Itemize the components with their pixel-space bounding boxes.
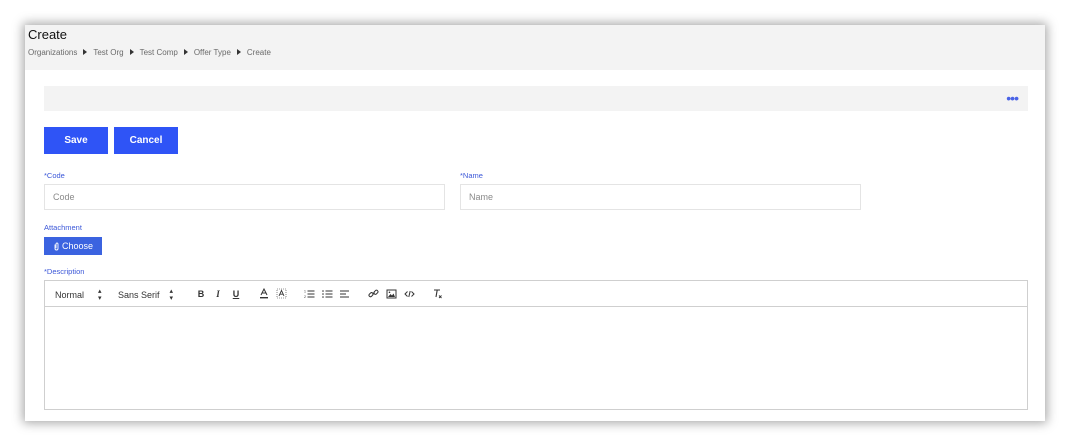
code-input[interactable] (44, 184, 445, 210)
breadcrumb: Organizations Test Org Test Comp Offer T… (28, 46, 271, 58)
link-icon[interactable] (366, 287, 380, 300)
svg-text:1: 1 (304, 289, 306, 293)
select-arrows-icon: ▴ ▾ (169, 288, 174, 302)
page-title: Create (28, 27, 68, 42)
cancel-button[interactable]: Cancel (114, 127, 178, 154)
description-label: *Description (44, 267, 85, 276)
breadcrumb-create: Create (246, 47, 271, 57)
attachment-label: Attachment (44, 223, 82, 232)
bold-icon[interactable]: B (194, 287, 208, 300)
code-icon[interactable] (402, 287, 416, 300)
underline-icon[interactable]: U (229, 287, 243, 300)
description-editor: Normal ▴ ▾ Sans Serif ▴ ▾ B I U 12 (44, 280, 1028, 410)
chevron-right-icon (236, 49, 241, 55)
paperclip-icon (53, 242, 60, 251)
svg-text:2: 2 (304, 295, 306, 299)
select-arrows-icon: ▴ ▾ (98, 288, 102, 302)
breadcrumb-offer-type[interactable]: Offer Type (194, 48, 231, 57)
name-label: *Name (460, 171, 483, 180)
page-header: Create Organizations Test Org Test Comp … (25, 25, 1045, 70)
breadcrumb-test-comp[interactable]: Test Comp (140, 48, 178, 57)
font-select-value: Sans Serif (118, 290, 160, 300)
format-select-value: Normal (55, 290, 85, 300)
bullet-list-icon[interactable] (320, 287, 334, 300)
choose-file-button[interactable]: Choose (44, 237, 102, 255)
breadcrumb-test-org[interactable]: Test Org (93, 48, 123, 57)
text-color-icon[interactable] (257, 287, 271, 300)
chevron-right-icon (129, 49, 134, 55)
more-options-icon[interactable]: ••• (1006, 91, 1019, 105)
editor-toolbar: Normal ▴ ▾ Sans Serif ▴ ▾ B I U 12 (45, 281, 1027, 307)
choose-label: Choose (61, 241, 94, 251)
name-input[interactable] (460, 184, 861, 210)
align-icon[interactable] (337, 287, 351, 300)
app-window: Create Organizations Test Org Test Comp … (25, 25, 1045, 421)
action-toolbar: ••• (44, 86, 1028, 111)
description-textarea[interactable] (45, 307, 1027, 409)
image-icon[interactable] (384, 287, 398, 300)
chevron-right-icon (183, 49, 188, 55)
clear-format-icon[interactable] (430, 287, 444, 300)
italic-icon[interactable]: I (211, 287, 225, 300)
ordered-list-icon[interactable]: 12 (302, 287, 316, 300)
save-button[interactable]: Save (44, 127, 108, 154)
font-select[interactable]: Sans Serif ▴ ▾ (118, 288, 173, 302)
code-label: *Code (44, 171, 65, 180)
background-color-icon[interactable] (274, 287, 288, 300)
chevron-right-icon (83, 49, 88, 55)
format-select[interactable]: Normal ▴ ▾ (55, 288, 102, 302)
breadcrumb-organizations[interactable]: Organizations (28, 48, 77, 57)
